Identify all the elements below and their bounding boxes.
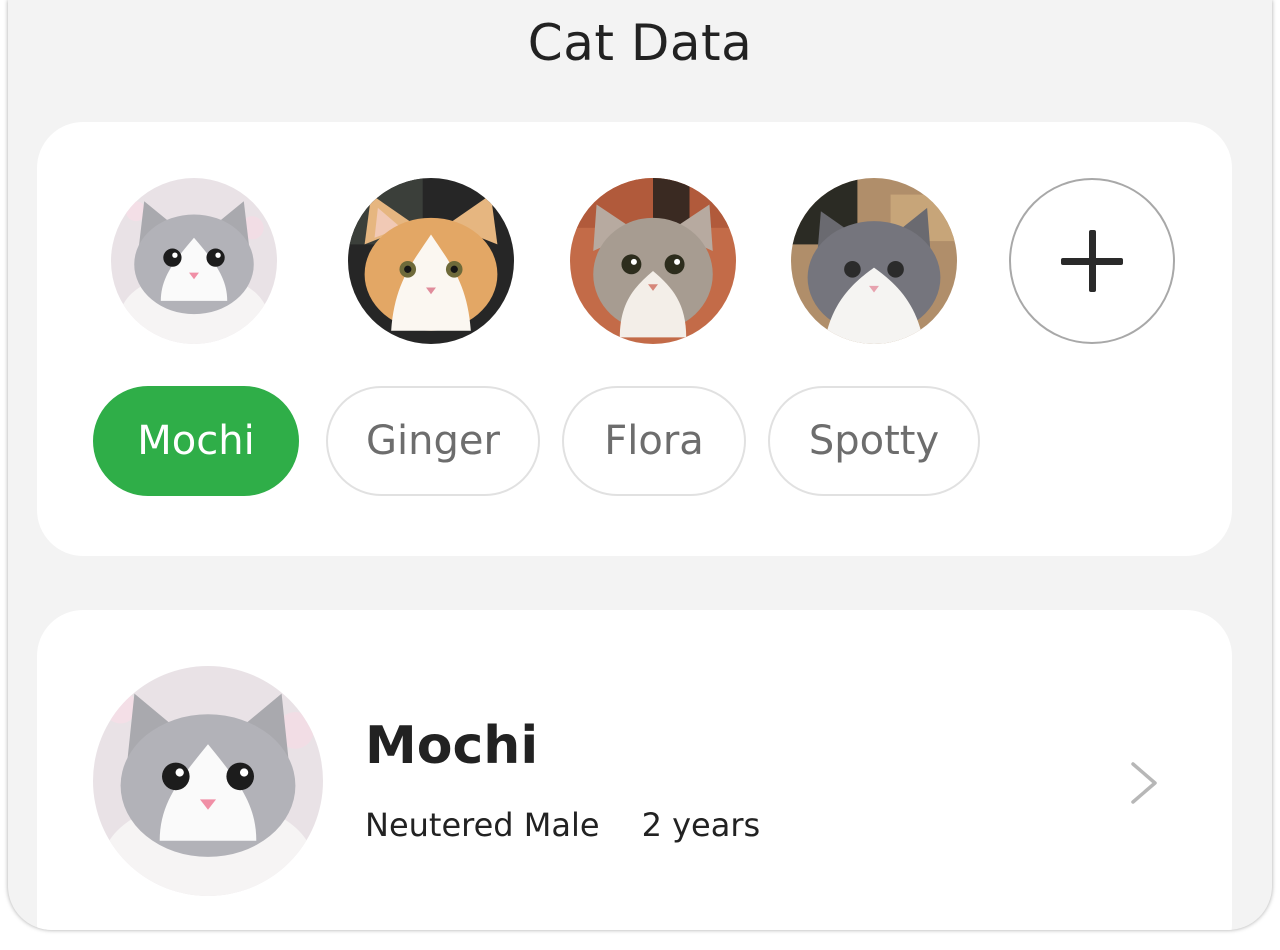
chip-spotty[interactable]: Spotty: [768, 386, 980, 496]
chevron-right-icon[interactable]: [1127, 760, 1163, 806]
cat-avatar-ginger[interactable]: [348, 178, 514, 344]
page-title: Cat Data: [527, 14, 753, 72]
cat-avatar-mochi[interactable]: [111, 178, 277, 344]
cat-avatar-flora[interactable]: [570, 178, 736, 344]
cat-selector-card: Mochi Ginger Flora Spotty: [37, 122, 1232, 556]
avatar-row: [37, 178, 1232, 344]
selected-cat-avatar: [93, 666, 323, 896]
cat-detail-card[interactable]: Mochi Neutered Male 2 years: [37, 610, 1232, 930]
chip-flora[interactable]: Flora: [562, 386, 746, 496]
selected-cat-name: Mochi: [365, 716, 539, 776]
cat-avatar-spotty[interactable]: [791, 178, 957, 344]
app-screen: Cat Data Mochi Ginger Flora Spotty Mochi…: [8, 0, 1272, 930]
selected-cat-sex: Neutered Male: [365, 806, 600, 844]
cat-name-chips: Mochi Ginger Flora Spotty: [37, 386, 1232, 500]
chip-mochi[interactable]: Mochi: [93, 386, 299, 496]
chip-ginger[interactable]: Ginger: [326, 386, 540, 496]
selected-cat-age: 2 years: [641, 806, 761, 844]
add-cat-button[interactable]: [1009, 178, 1175, 344]
selected-cat-info: Neutered Male 2 years: [365, 806, 760, 844]
